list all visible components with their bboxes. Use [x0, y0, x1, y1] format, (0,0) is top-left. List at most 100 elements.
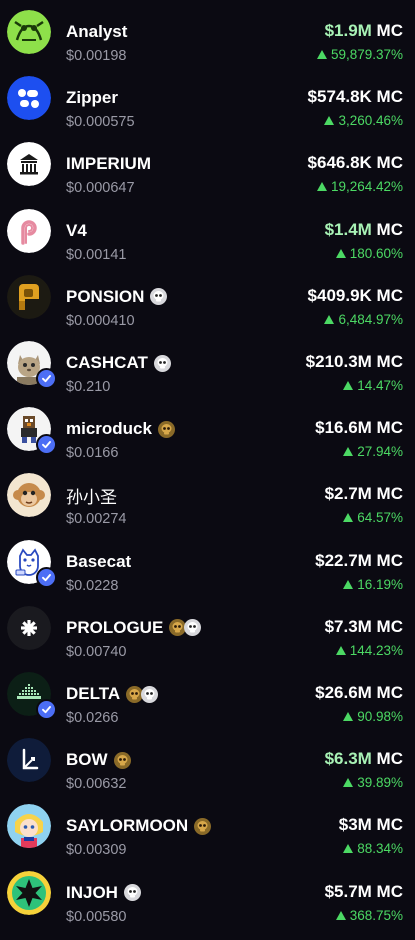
triangle-up-icon — [343, 381, 354, 390]
gold-skull-icon — [194, 817, 212, 835]
price-change: 19,264.42% — [316, 179, 403, 195]
token-row[interactable]: Basecat $0.0228 $22.7M MC 16.19% — [0, 530, 415, 596]
imperium-avatar — [7, 142, 51, 187]
market-cap-suffix: MC — [371, 418, 403, 438]
price-change-value: 16.19% — [357, 576, 403, 592]
verified-check-icon — [36, 434, 57, 456]
token-avatar-wrap — [7, 274, 51, 319]
token-row[interactable]: PROLOGUE $0.00740 $7.3M MC 144.23% — [0, 596, 415, 662]
token-name: Basecat — [66, 551, 132, 571]
token-name-line: Basecat — [66, 551, 131, 573]
token-name: V4 — [66, 220, 87, 240]
token-price: $0.0228 — [66, 577, 119, 594]
token-row[interactable]: DELTA $0.0266 $26.6M MC 90.98% — [0, 662, 415, 728]
token-name: IMPERIUM — [66, 154, 151, 174]
market-cap-value: $646.8K — [307, 153, 372, 173]
price-change: 144.23% — [335, 643, 403, 658]
market-cap-suffix: MC — [371, 153, 403, 173]
token-badges — [157, 420, 175, 438]
token-row[interactable]: V4 $0.00141 $1.4M MC 180.60% — [0, 199, 415, 265]
token-name: PROLOGUE — [66, 617, 164, 637]
zipper-avatar — [7, 76, 51, 121]
token-avatar-wrap — [7, 473, 51, 518]
token-row[interactable]: IMPERIUM $0.000647 $646.8K MC 19,264.42% — [0, 132, 415, 198]
price-change: 90.98% — [343, 709, 403, 724]
token-name-line: Zipper — [66, 87, 118, 109]
triangle-up-icon — [316, 182, 327, 192]
market-cap-value: $210.3M — [305, 352, 372, 371]
token-price: $0.00274 — [66, 511, 127, 528]
market-cap-suffix: MC — [371, 815, 403, 835]
token-name: microduck — [66, 419, 152, 439]
token-row[interactable]: SAYLORMOON $0.00309 $3M MC 88.34% — [0, 794, 415, 860]
token-row[interactable]: 孙小圣 $0.00274 $2.7M MC 64.57% — [0, 463, 415, 529]
token-badges — [153, 354, 171, 372]
gold-skull-icon — [157, 420, 175, 438]
price-change: 88.34% — [343, 841, 403, 856]
price-change: 6,484.97% — [324, 312, 403, 327]
market-cap: $1.4M MC — [325, 220, 403, 240]
token-price: $0.00141 — [66, 246, 127, 263]
market-cap-suffix: MC — [371, 749, 403, 769]
market-cap-value: $574.8K — [307, 87, 372, 107]
price-change-value: 19,264.42% — [330, 179, 403, 195]
token-avatar-wrap — [7, 341, 57, 389]
market-cap-suffix: MC — [371, 87, 403, 107]
price-change: 16.19% — [343, 577, 403, 592]
token-row[interactable]: PONSION $0.000410 $409.9K MC 6,484.97% — [0, 265, 415, 331]
price-change: 27.94% — [343, 444, 403, 459]
price-change-value: 14.47% — [357, 378, 403, 393]
token-name-line: Analyst — [66, 21, 127, 43]
token-badges — [113, 751, 131, 769]
market-cap: $7.3M MC — [325, 617, 403, 637]
market-cap-value: $5.7M — [324, 881, 372, 901]
token-name-line: V4 — [66, 220, 87, 242]
token-badges — [169, 619, 202, 637]
market-cap: $646.8K MC — [308, 153, 403, 173]
token-row[interactable]: Analyst $0.00198 $1.9M MC 59,879.37% — [0, 0, 415, 66]
token-avatar-wrap — [7, 76, 51, 121]
price-change: 39.89% — [343, 775, 403, 790]
token-name: SAYLORMOON — [66, 816, 189, 836]
price-change: 14.47% — [343, 378, 403, 393]
market-cap-suffix: MC — [371, 352, 403, 371]
token-name: CASHCAT — [66, 353, 148, 372]
skull-icon — [123, 884, 141, 902]
triangle-up-icon — [324, 314, 335, 324]
token-price: $0.000647 — [66, 180, 135, 197]
triangle-up-icon — [335, 645, 346, 655]
market-cap-value: $6.3M — [324, 749, 372, 769]
market-cap-value: $7.3M — [324, 616, 372, 636]
token-name-line: PROLOGUE — [66, 617, 202, 639]
verified-check-icon — [36, 699, 57, 720]
token-row[interactable]: Zipper $0.000575 $574.8K MC 3,260.46% — [0, 66, 415, 132]
token-avatar-wrap — [7, 407, 57, 456]
price-change: 64.57% — [343, 510, 403, 525]
token-name: PONSION — [66, 286, 145, 306]
triangle-up-icon — [335, 910, 346, 920]
token-avatar-wrap — [7, 10, 51, 54]
market-cap-suffix: MC — [371, 616, 403, 636]
price-change-value: 90.98% — [357, 709, 403, 724]
token-price: $0.00632 — [66, 776, 127, 793]
market-cap: $6.3M MC — [325, 749, 403, 769]
market-cap: $574.8K MC — [308, 87, 403, 107]
token-row[interactable]: CASHCAT $0.210 $210.3M MC 14.47% — [0, 331, 415, 397]
market-cap-suffix: MC — [371, 881, 403, 901]
token-name-line: PONSION — [66, 286, 168, 308]
triangle-up-icon — [343, 579, 354, 589]
token-price: $0.210 — [66, 379, 111, 395]
token-list: Analyst $0.00198 $1.9M MC 59,879.37% Zipper $… — [0, 0, 415, 940]
token-name-line: microduck — [66, 418, 175, 440]
token-row[interactable]: BOW $0.00632 $6.3M MC 39.89% — [0, 728, 415, 794]
market-cap-suffix: MC — [371, 21, 403, 40]
token-row[interactable]: microduck $0.0166 $16.6M MC 27.94% — [0, 397, 415, 463]
token-name: Analyst — [66, 22, 128, 41]
token-name-line: CASHCAT — [66, 352, 171, 374]
token-badges — [123, 884, 141, 902]
price-change-value: 27.94% — [357, 444, 403, 460]
market-cap-value: $2.7M — [324, 484, 372, 504]
token-row[interactable]: INJOH $0.00580 $5.7M MC 368.75% — [0, 861, 415, 927]
price-change-value: 368.75% — [349, 907, 403, 923]
bow-avatar — [7, 738, 51, 783]
